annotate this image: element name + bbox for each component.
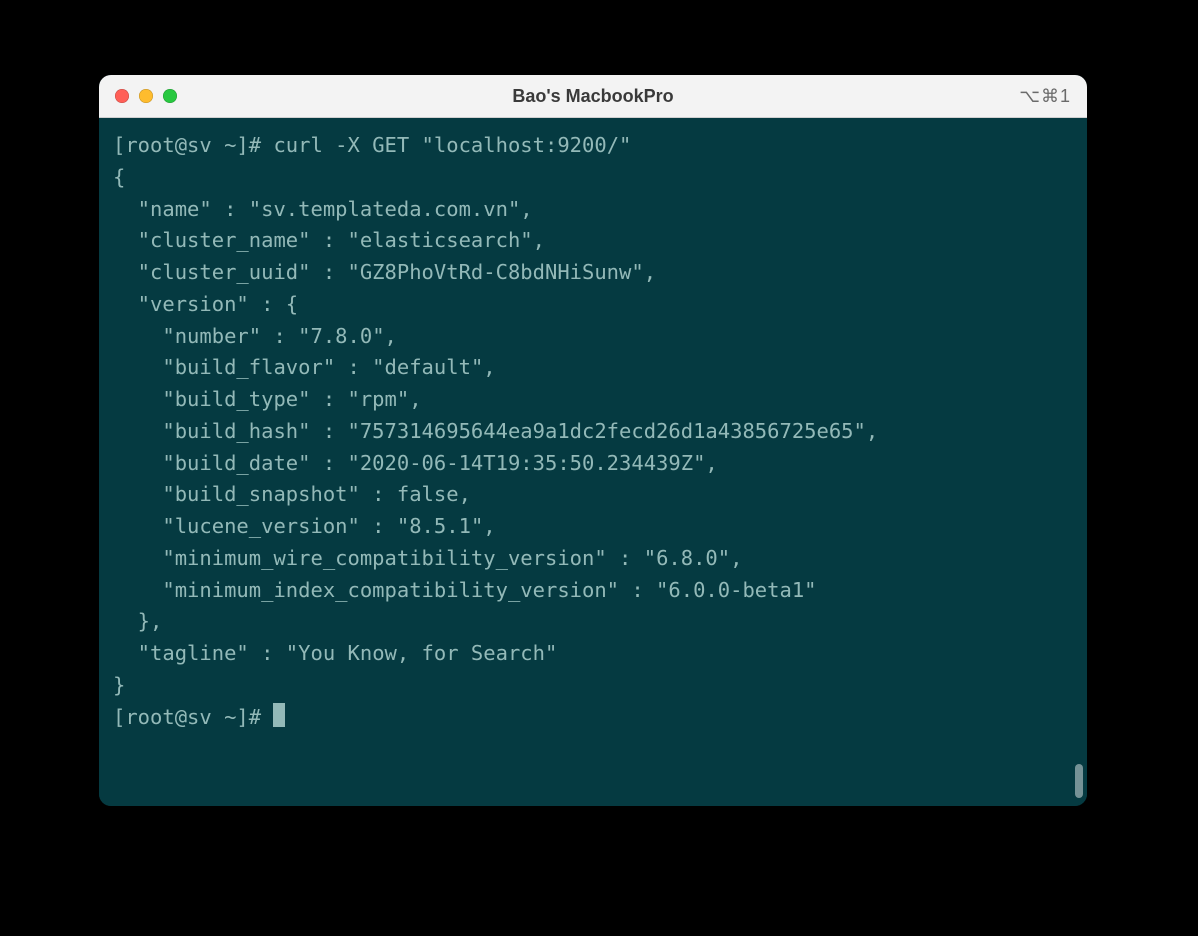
hotkey-label: ⌥⌘1 xyxy=(1019,86,1087,107)
shell-prompt: [root@sv ~]# xyxy=(113,133,273,157)
maximize-icon[interactable] xyxy=(163,89,177,103)
json-value-build-flavor: default xyxy=(385,355,471,379)
prompt-line: [root@sv ~]# curl -X GET "localhost:9200… xyxy=(113,133,631,157)
json-value-min-index-compat: 6.0.0-beta1 xyxy=(668,578,804,602)
terminal-window: Bao's MacbookPro ⌥⌘1 [root@sv ~]# curl -… xyxy=(99,75,1087,806)
json-value-min-wire-compat: 6.8.0 xyxy=(656,546,718,570)
titlebar[interactable]: Bao's MacbookPro ⌥⌘1 xyxy=(99,75,1087,118)
json-value-tagline: You Know, for Search xyxy=(298,641,545,665)
shell-command: curl -X GET "localhost:9200/" xyxy=(273,133,631,157)
shell-prompt: [root@sv ~]# xyxy=(113,705,273,729)
cursor-icon xyxy=(273,703,285,727)
json-value-build-hash: 757314695644ea9a1dc2fecd26d1a43856725e65 xyxy=(360,419,854,443)
terminal-output[interactable]: [root@sv ~]# curl -X GET "localhost:9200… xyxy=(99,118,1087,746)
json-value-build-snapshot: false xyxy=(397,482,459,506)
json-value-name: sv.templateda.com.vn xyxy=(261,197,508,221)
window-title: Bao's MacbookPro xyxy=(99,86,1087,107)
json-value-build-type: rpm xyxy=(360,387,397,411)
close-icon[interactable] xyxy=(115,89,129,103)
json-value-cluster-name: elasticsearch xyxy=(360,228,520,252)
scrollbar-thumb[interactable] xyxy=(1075,764,1083,798)
json-value-version-number: 7.8.0 xyxy=(310,324,372,348)
traffic-lights xyxy=(99,89,177,103)
json-value-cluster-uuid: GZ8PhoVtRd-C8bdNHiSunw xyxy=(360,260,632,284)
prompt-line: [root@sv ~]# xyxy=(113,705,273,729)
json-value-build-date: 2020-06-14T19:35:50.234439Z xyxy=(360,451,693,475)
json-value-lucene-version: 8.5.1 xyxy=(409,514,471,538)
minimize-icon[interactable] xyxy=(139,89,153,103)
terminal-body[interactable]: [root@sv ~]# curl -X GET "localhost:9200… xyxy=(99,118,1087,806)
